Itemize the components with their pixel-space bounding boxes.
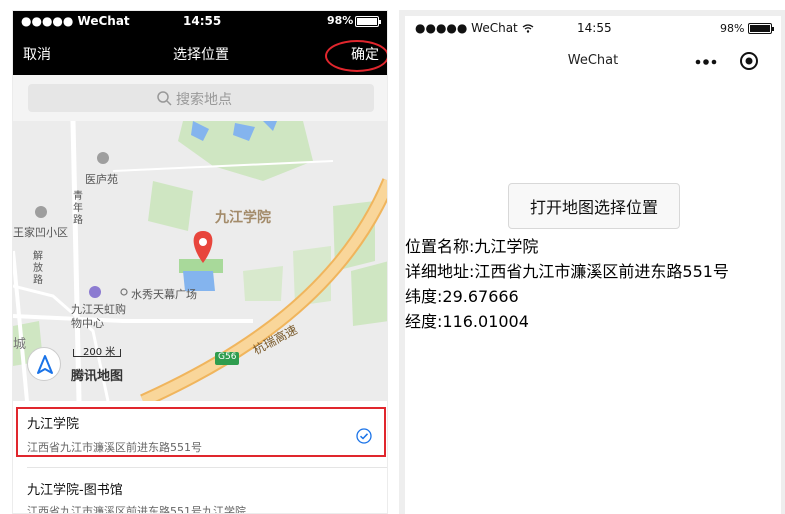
map-label-plaza: 水秀天幕广场: [131, 288, 197, 301]
navigation-arrow-icon: [37, 355, 53, 374]
search-input[interactable]: 搜索地点: [28, 84, 374, 112]
location-address-text: 详细地址:江西省九江市濂溪区前进东路551号: [405, 262, 729, 281]
search-icon: [157, 91, 172, 106]
close-target-icon[interactable]: [739, 51, 759, 71]
status-time: 14:55: [577, 21, 612, 35]
locate-button[interactable]: [27, 347, 61, 381]
battery-icon: [355, 16, 381, 27]
green-area: [148, 181, 193, 231]
location-name-text: 位置名称:九江学院: [405, 237, 539, 256]
map-label-wangjia: 王家凹小区: [13, 226, 68, 239]
carrier-label: ●●●●● WeChat: [21, 14, 130, 28]
poi-icon: [97, 152, 109, 164]
map-picker-screen: ●●●●● WeChat 14:55 98% 取消 选择位置 确定 搜索地点 九…: [12, 10, 388, 514]
search-placeholder: 搜索地点: [176, 92, 232, 108]
wifi-icon: [522, 24, 533, 33]
campus-field: [179, 259, 223, 273]
longitude-text: 经度:116.01004: [405, 312, 529, 331]
map-label-yilu: 医庐苑: [85, 173, 118, 186]
battery-icon: [748, 23, 774, 34]
mall-poi-icon: [89, 286, 101, 298]
green-area: [351, 261, 387, 326]
location-pin-dot: [199, 238, 207, 246]
result-address: 江西省九江市濂溪区前进东路551号九江学院: [27, 505, 246, 514]
battery-fill: [750, 25, 770, 32]
nav-bar: WeChat: [405, 40, 781, 80]
map-scale-bar: [73, 349, 121, 357]
road: [70, 121, 82, 401]
result-screen: ●●●●● WeChat 14:55 98% WeChat 打开地图选择位置 位…: [405, 16, 781, 514]
confirm-highlight-circle: [325, 40, 387, 72]
result-name: 九江学院-图书馆: [27, 483, 123, 498]
search-bar: 搜索地点: [13, 75, 387, 121]
carrier-label: ●●●●● WeChat: [415, 21, 534, 35]
list-item[interactable]: 九江学院 江西省九江市濂溪区前进东路551号: [13, 401, 387, 467]
status-bar: ●●●●● WeChat 14:55 98%: [13, 11, 387, 31]
open-map-button[interactable]: 打开地图选择位置: [508, 183, 680, 229]
green-area: [243, 266, 283, 301]
status-bar: ●●●●● WeChat 14:55 98%: [405, 16, 781, 40]
battery-percent: 98%: [720, 22, 745, 35]
location-result-list: 九江学院 江西省九江市濂溪区前进东路551号 九江学院-图书馆 江西省九江市濂溪…: [13, 401, 387, 514]
poi-icon: [35, 206, 47, 218]
plaza-poi-icon: [120, 288, 128, 296]
location-pin-icon: [193, 231, 213, 263]
map-label-g56: G56: [218, 352, 237, 362]
battery-percent: 98%: [327, 14, 354, 27]
page-title: WeChat: [567, 53, 619, 68]
carrier-text: ●●●●● WeChat: [415, 21, 518, 35]
map-provider-logo: 腾讯地图: [71, 369, 124, 384]
map-view[interactable]: 九江学院 医庐苑 青年路 王家凹小区 解放路 水秀天幕广场 九江天虹购物中心 城…: [13, 121, 387, 401]
map-poi-title: 九江学院: [215, 210, 271, 226]
map-label-qingnian: 青年路: [73, 191, 83, 226]
map-label-jiefang: 解放路: [33, 251, 43, 286]
road: [13, 314, 253, 323]
battery-fill: [357, 18, 377, 25]
latitude-text: 纬度:29.67666: [405, 287, 519, 306]
list-item[interactable]: 九江学院-图书馆 江西省九江市濂溪区前进东路551号九江学院: [13, 467, 387, 514]
status-time: 14:55: [183, 14, 222, 28]
selection-highlight-box: [16, 407, 386, 457]
map-label-mall: 九江天虹购物中心: [71, 303, 126, 330]
map-canvas: [13, 121, 387, 401]
map-label-cheng: 城: [13, 337, 27, 352]
more-icon[interactable]: [695, 58, 717, 66]
